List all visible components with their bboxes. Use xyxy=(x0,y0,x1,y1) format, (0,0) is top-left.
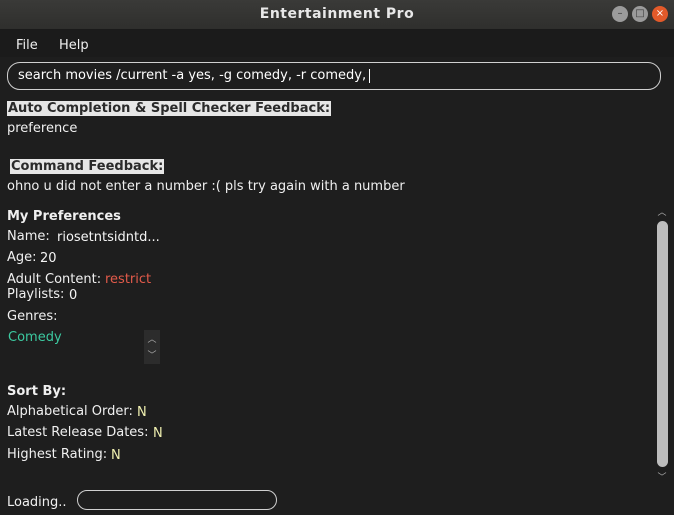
loading-label: Loading.. xyxy=(7,495,67,510)
name-label: Name: xyxy=(7,229,50,244)
command-input[interactable]: search movies /current -a yes, -g comedy… xyxy=(7,62,661,90)
latest-release-label: Latest Release Dates: xyxy=(7,425,149,440)
latest-release-value: N xyxy=(153,426,163,441)
preferences-heading: My Preferences xyxy=(7,209,121,224)
autocomplete-heading: Auto Completion & Spell Checker Feedback… xyxy=(7,101,332,116)
highest-rating-label: Highest Rating: xyxy=(7,447,108,462)
loading-progress-bar xyxy=(77,490,277,510)
age-value: 20 xyxy=(40,251,57,266)
chevron-up-icon[interactable]: ︿ xyxy=(146,332,158,345)
genre-item: Comedy xyxy=(8,330,62,345)
age-label: Age: xyxy=(7,250,37,265)
close-icon[interactable]: × xyxy=(652,6,668,22)
alphabetical-order-label: Alphabetical Order: xyxy=(7,404,133,419)
chevron-down-icon[interactable]: ﹀ xyxy=(656,470,668,483)
adult-content-label: Adult Content: xyxy=(7,272,102,287)
command-feedback-heading: Command Feedback: xyxy=(10,159,165,174)
name-value: riosetntsidntd... xyxy=(57,230,160,245)
menu-help[interactable]: Help xyxy=(59,38,89,53)
main-scrollbar[interactable]: ︿ ﹀ xyxy=(654,204,669,484)
alphabetical-order-value: N xyxy=(137,405,147,420)
genres-label: Genres: xyxy=(7,309,58,324)
menu-bar: File Help xyxy=(0,30,674,57)
autocomplete-text: preference xyxy=(7,121,78,136)
minimize-icon[interactable]: – xyxy=(612,6,628,22)
title-bar: Entertainment Pro – □ × xyxy=(0,0,674,30)
command-input-value[interactable]: search movies /current -a yes, -g comedy… xyxy=(18,68,371,83)
chevron-down-icon[interactable]: ﹀ xyxy=(146,348,158,361)
highest-rating-value: N xyxy=(111,448,121,463)
playlists-value: 0 xyxy=(69,288,78,303)
chevron-up-icon[interactable]: ︿ xyxy=(656,205,668,218)
maximize-icon[interactable]: □ xyxy=(632,6,648,22)
menu-file[interactable]: File xyxy=(16,38,38,53)
adult-content-value: restrict xyxy=(105,272,152,287)
playlists-label: Playlists: xyxy=(7,287,65,302)
command-feedback-text: ohno u did not enter a number :( pls try… xyxy=(7,179,405,194)
sort-heading: Sort By: xyxy=(7,384,67,399)
text-caret xyxy=(369,68,371,83)
window-title: Entertainment Pro xyxy=(259,6,415,22)
genre-list-scrollbar[interactable]: ︿ ﹀ xyxy=(144,330,160,364)
scroll-thumb[interactable] xyxy=(657,221,668,467)
